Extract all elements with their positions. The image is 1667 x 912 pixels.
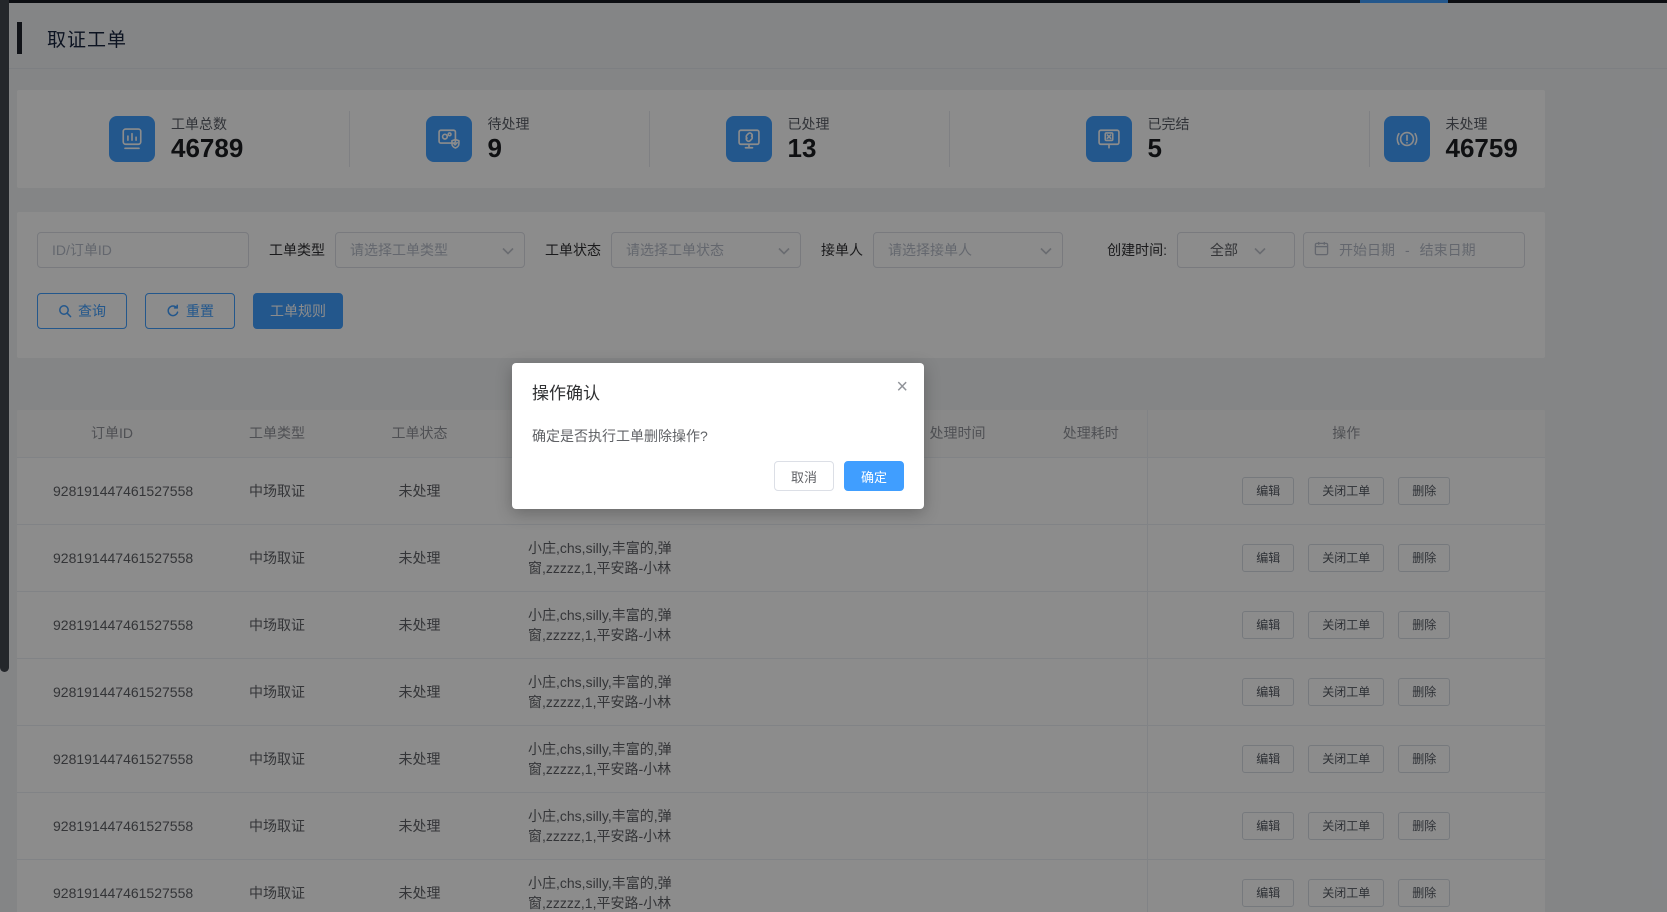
confirm-dialog: 操作确认 × 确定是否执行工单删除操作? 取消 确定	[512, 363, 924, 509]
dialog-title: 操作确认	[532, 384, 600, 403]
dialog-message: 确定是否执行工单删除操作?	[532, 428, 708, 444]
confirm-button[interactable]: 确定	[843, 461, 904, 491]
cancel-button[interactable]: 取消	[773, 461, 834, 491]
close-icon[interactable]: ×	[896, 377, 908, 397]
